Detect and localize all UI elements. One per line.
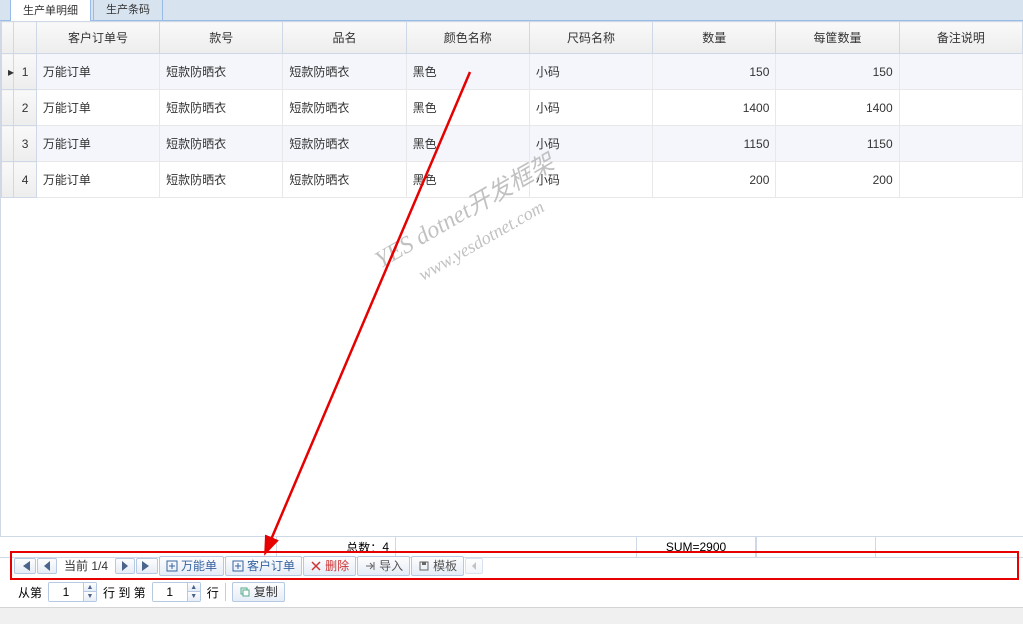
rownum-header bbox=[14, 22, 37, 54]
data-grid: 客户订单号 款号 品名 颜色名称 尺码名称 数量 每筐数量 备注说明 ▸1万能订… bbox=[1, 21, 1023, 198]
to-input[interactable] bbox=[153, 583, 187, 601]
cell-name[interactable]: 短款防晒衣 bbox=[283, 90, 406, 126]
row-indicator bbox=[2, 90, 14, 126]
cell-order[interactable]: 万能订单 bbox=[36, 162, 159, 198]
row-number: 3 bbox=[14, 126, 37, 162]
cell-per[interactable]: 1400 bbox=[776, 90, 899, 126]
pager-label: 当前 1/4 bbox=[58, 555, 114, 576]
cell-size[interactable]: 小码 bbox=[529, 90, 652, 126]
cell-size[interactable]: 小码 bbox=[529, 54, 652, 90]
cell-style[interactable]: 短款防晒衣 bbox=[160, 54, 283, 90]
kehu-label: 客户订单 bbox=[247, 559, 295, 573]
tabs-bar: 生产单明细 生产条码 bbox=[0, 0, 1023, 21]
header-row: 客户订单号 款号 品名 颜色名称 尺码名称 数量 每筐数量 备注说明 bbox=[2, 22, 1023, 54]
col-size[interactable]: 尺码名称 bbox=[529, 22, 652, 54]
table-row[interactable]: 3万能订单短款防晒衣短款防晒衣黑色小码11501150 bbox=[2, 126, 1023, 162]
table-row[interactable]: 4万能订单短款防晒衣短款防晒衣黑色小码200200 bbox=[2, 162, 1023, 198]
scroll-left-button[interactable] bbox=[465, 558, 483, 574]
cell-style[interactable]: 短款防晒衣 bbox=[160, 162, 283, 198]
cell-style[interactable]: 短款防晒衣 bbox=[160, 126, 283, 162]
to-spinner[interactable]: ▲▼ bbox=[152, 582, 201, 602]
row-indicator: ▸ bbox=[2, 54, 14, 90]
row-number: 4 bbox=[14, 162, 37, 198]
row-label: 行 bbox=[207, 584, 219, 601]
toolbar-highlight: 当前 1/4 万能单 客户订单 删除 导入 模板 bbox=[10, 551, 1019, 580]
import-icon bbox=[364, 560, 376, 572]
col-note[interactable]: 备注说明 bbox=[899, 22, 1022, 54]
cell-note[interactable] bbox=[899, 90, 1022, 126]
plus-icon bbox=[232, 560, 244, 572]
import-button[interactable]: 导入 bbox=[357, 556, 410, 576]
last-page-button[interactable] bbox=[136, 558, 158, 574]
from-spinner[interactable]: ▲▼ bbox=[48, 582, 97, 602]
horizontal-scrollbar[interactable] bbox=[0, 607, 1023, 624]
row-number: 2 bbox=[14, 90, 37, 126]
cell-size[interactable]: 小码 bbox=[529, 162, 652, 198]
col-per[interactable]: 每筐数量 bbox=[776, 22, 899, 54]
copy-label: 复制 bbox=[254, 585, 278, 599]
next-page-button[interactable] bbox=[115, 558, 135, 574]
cell-note[interactable] bbox=[899, 126, 1022, 162]
cell-qty[interactable]: 1150 bbox=[653, 126, 776, 162]
cell-color[interactable]: 黑色 bbox=[406, 54, 529, 90]
template-button[interactable]: 模板 bbox=[411, 556, 464, 576]
cell-style[interactable]: 短款防晒衣 bbox=[160, 90, 283, 126]
cell-name[interactable]: 短款防晒衣 bbox=[283, 54, 406, 90]
from-up[interactable]: ▲ bbox=[84, 583, 96, 592]
import-label: 导入 bbox=[379, 559, 403, 573]
table-row[interactable]: ▸1万能订单短款防晒衣短款防晒衣黑色小码150150 bbox=[2, 54, 1023, 90]
row-number: 1 bbox=[14, 54, 37, 90]
tab-detail[interactable]: 生产单明细 bbox=[10, 0, 91, 21]
tab-barcode[interactable]: 生产条码 bbox=[93, 0, 163, 20]
kehu-button[interactable]: 客户订单 bbox=[225, 556, 302, 576]
corner-cell bbox=[2, 22, 14, 54]
cell-per[interactable]: 200 bbox=[776, 162, 899, 198]
cell-color[interactable]: 黑色 bbox=[406, 126, 529, 162]
cell-name[interactable]: 短款防晒衣 bbox=[283, 126, 406, 162]
cell-qty[interactable]: 150 bbox=[653, 54, 776, 90]
col-style[interactable]: 款号 bbox=[160, 22, 283, 54]
copy-icon bbox=[239, 586, 251, 598]
to-down[interactable]: ▼ bbox=[188, 592, 200, 601]
col-color[interactable]: 颜色名称 bbox=[406, 22, 529, 54]
col-name[interactable]: 品名 bbox=[283, 22, 406, 54]
from-label: 从第 bbox=[18, 584, 42, 601]
wanneng-button[interactable]: 万能单 bbox=[159, 556, 224, 576]
delete-label: 删除 bbox=[325, 559, 349, 573]
copy-row: 从第 ▲▼ 行 到 第 ▲▼ 行 复制 bbox=[16, 580, 1019, 604]
to-label: 行 到 第 bbox=[103, 584, 146, 601]
wanneng-label: 万能单 bbox=[181, 559, 217, 573]
first-page-button[interactable] bbox=[14, 558, 36, 574]
prev-page-button[interactable] bbox=[37, 558, 57, 574]
copy-button[interactable]: 复制 bbox=[232, 582, 285, 602]
cell-order[interactable]: 万能订单 bbox=[36, 54, 159, 90]
cell-per[interactable]: 150 bbox=[776, 54, 899, 90]
from-input[interactable] bbox=[49, 583, 83, 601]
plus-icon bbox=[166, 560, 178, 572]
from-down[interactable]: ▼ bbox=[84, 592, 96, 601]
cell-order[interactable]: 万能订单 bbox=[36, 90, 159, 126]
cell-qty[interactable]: 1400 bbox=[653, 90, 776, 126]
cell-color[interactable]: 黑色 bbox=[406, 90, 529, 126]
save-icon bbox=[418, 560, 430, 572]
cell-order[interactable]: 万能订单 bbox=[36, 126, 159, 162]
col-qty[interactable]: 数量 bbox=[653, 22, 776, 54]
template-label: 模板 bbox=[433, 559, 457, 573]
row-indicator bbox=[2, 126, 14, 162]
table-row[interactable]: 2万能订单短款防晒衣短款防晒衣黑色小码14001400 bbox=[2, 90, 1023, 126]
cell-note[interactable] bbox=[899, 162, 1022, 198]
cell-name[interactable]: 短款防晒衣 bbox=[283, 162, 406, 198]
cell-per[interactable]: 1150 bbox=[776, 126, 899, 162]
grid-container: 客户订单号 款号 品名 颜色名称 尺码名称 数量 每筐数量 备注说明 ▸1万能订… bbox=[0, 21, 1023, 536]
col-order[interactable]: 客户订单号 bbox=[36, 22, 159, 54]
cell-note[interactable] bbox=[899, 54, 1022, 90]
cell-color[interactable]: 黑色 bbox=[406, 162, 529, 198]
cell-size[interactable]: 小码 bbox=[529, 126, 652, 162]
delete-button[interactable]: 删除 bbox=[303, 556, 356, 576]
to-up[interactable]: ▲ bbox=[188, 583, 200, 592]
x-icon bbox=[310, 560, 322, 572]
row-indicator bbox=[2, 162, 14, 198]
cell-qty[interactable]: 200 bbox=[653, 162, 776, 198]
